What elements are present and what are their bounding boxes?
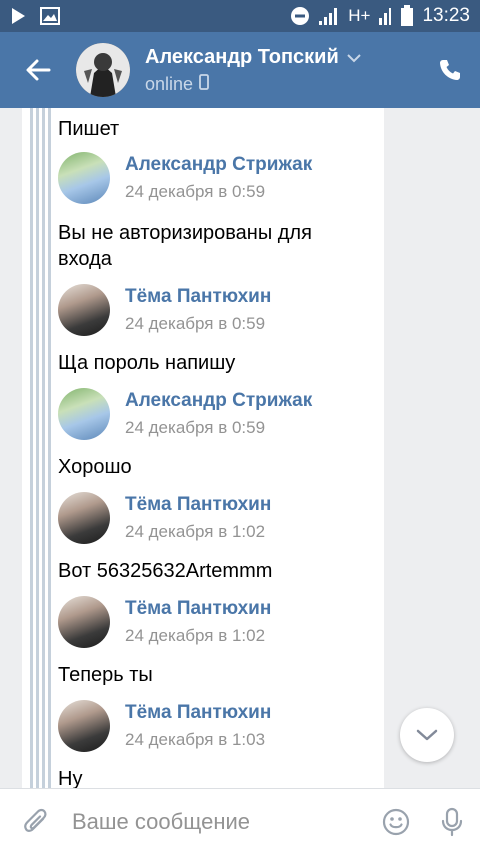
message-input[interactable]: [72, 801, 368, 842]
arrow-left-icon: [26, 59, 51, 81]
message-text: Пишет: [58, 118, 120, 140]
avatar[interactable]: [58, 152, 110, 204]
network-type: H+: [348, 6, 371, 25]
forwarded-author: Тёма Пантюхин 24 декабря в 1:03: [58, 700, 378, 752]
forwarded-author: Тёма Пантюхин 24 декабря в 1:02: [58, 492, 378, 544]
quote-bar: [48, 108, 51, 788]
voice-message-button[interactable]: [424, 789, 480, 854]
chevron-down-icon[interactable]: [347, 46, 361, 69]
chevron-down-icon: [416, 729, 438, 741]
phone-icon: [440, 60, 460, 80]
message-text: Хорошо: [58, 456, 132, 478]
online-status: online: [145, 73, 194, 94]
conversation-title[interactable]: Александр Топский: [145, 46, 339, 69]
message-text: Вот 56325632Artemmm: [58, 560, 273, 582]
author-name[interactable]: Александр Стрижак: [125, 390, 312, 412]
quote-bar: [30, 108, 33, 788]
battery-icon: [400, 5, 414, 27]
avatar[interactable]: [58, 492, 110, 544]
forwarded-author: Тёма Пантюхин 24 декабря в 1:02: [58, 596, 378, 648]
clock: 13:23: [422, 5, 470, 26]
do-not-disturb-icon: [290, 6, 310, 26]
status-bar: H+ 13:23: [0, 0, 480, 32]
author-name[interactable]: Тёма Пантюхин: [125, 598, 271, 620]
message-text: Вы не авторизированы для входа: [58, 222, 312, 270]
forwarded-author: Александр Стрижак 24 декабря в 0:59: [58, 152, 378, 204]
signal-2-icon: [378, 6, 392, 26]
forwarded-author: Александр Стрижак 24 декабря в 0:59: [58, 388, 378, 440]
message-text: Теперь ты: [58, 664, 153, 686]
message-list[interactable]: Пишет Александр Стрижак 24 декабря в 0:5…: [0, 108, 480, 788]
microphone-icon: [441, 807, 463, 836]
play-notification-icon: [10, 7, 26, 25]
avatar[interactable]: [76, 43, 130, 97]
message-date: 24 декабря в 1:03: [125, 730, 266, 749]
attach-button[interactable]: [0, 789, 72, 854]
message-text: Ща пороль напишу: [58, 352, 236, 374]
author-name[interactable]: Александр Стрижак: [125, 154, 312, 176]
author-name[interactable]: Тёма Пантюхин: [125, 702, 271, 724]
scroll-down-button[interactable]: [400, 708, 454, 762]
author-name[interactable]: Тёма Пантюхин: [125, 494, 271, 516]
emoji-button[interactable]: [368, 789, 424, 854]
paperclip-icon: [24, 808, 47, 832]
chat-header: Александр Топский online: [0, 32, 480, 108]
author-name[interactable]: Тёма Пантюхин: [125, 286, 271, 308]
signal-icon: [318, 6, 340, 26]
message-text: Ну: [58, 768, 83, 788]
avatar[interactable]: [58, 596, 110, 648]
message-date: 24 декабря в 0:59: [125, 314, 266, 333]
quote-bar: [36, 108, 39, 788]
back-button[interactable]: [0, 32, 76, 108]
image-notification-icon: [40, 7, 60, 25]
quote-bar: [42, 108, 45, 788]
avatar[interactable]: [58, 388, 110, 440]
avatar[interactable]: [58, 700, 110, 752]
message-date: 24 декабря в 1:02: [125, 626, 266, 645]
mobile-icon: [199, 73, 209, 95]
call-button[interactable]: [420, 32, 480, 108]
message-date: 24 декабря в 0:59: [125, 418, 266, 437]
forwarded-author: Тёма Пантюхин 24 декабря в 0:59: [58, 284, 378, 336]
message-composer: [0, 788, 480, 854]
avatar[interactable]: [58, 284, 110, 336]
message-date: 24 декабря в 0:59: [125, 182, 266, 201]
smile-icon: [382, 808, 410, 835]
message-date: 24 декабря в 1:02: [125, 522, 266, 541]
